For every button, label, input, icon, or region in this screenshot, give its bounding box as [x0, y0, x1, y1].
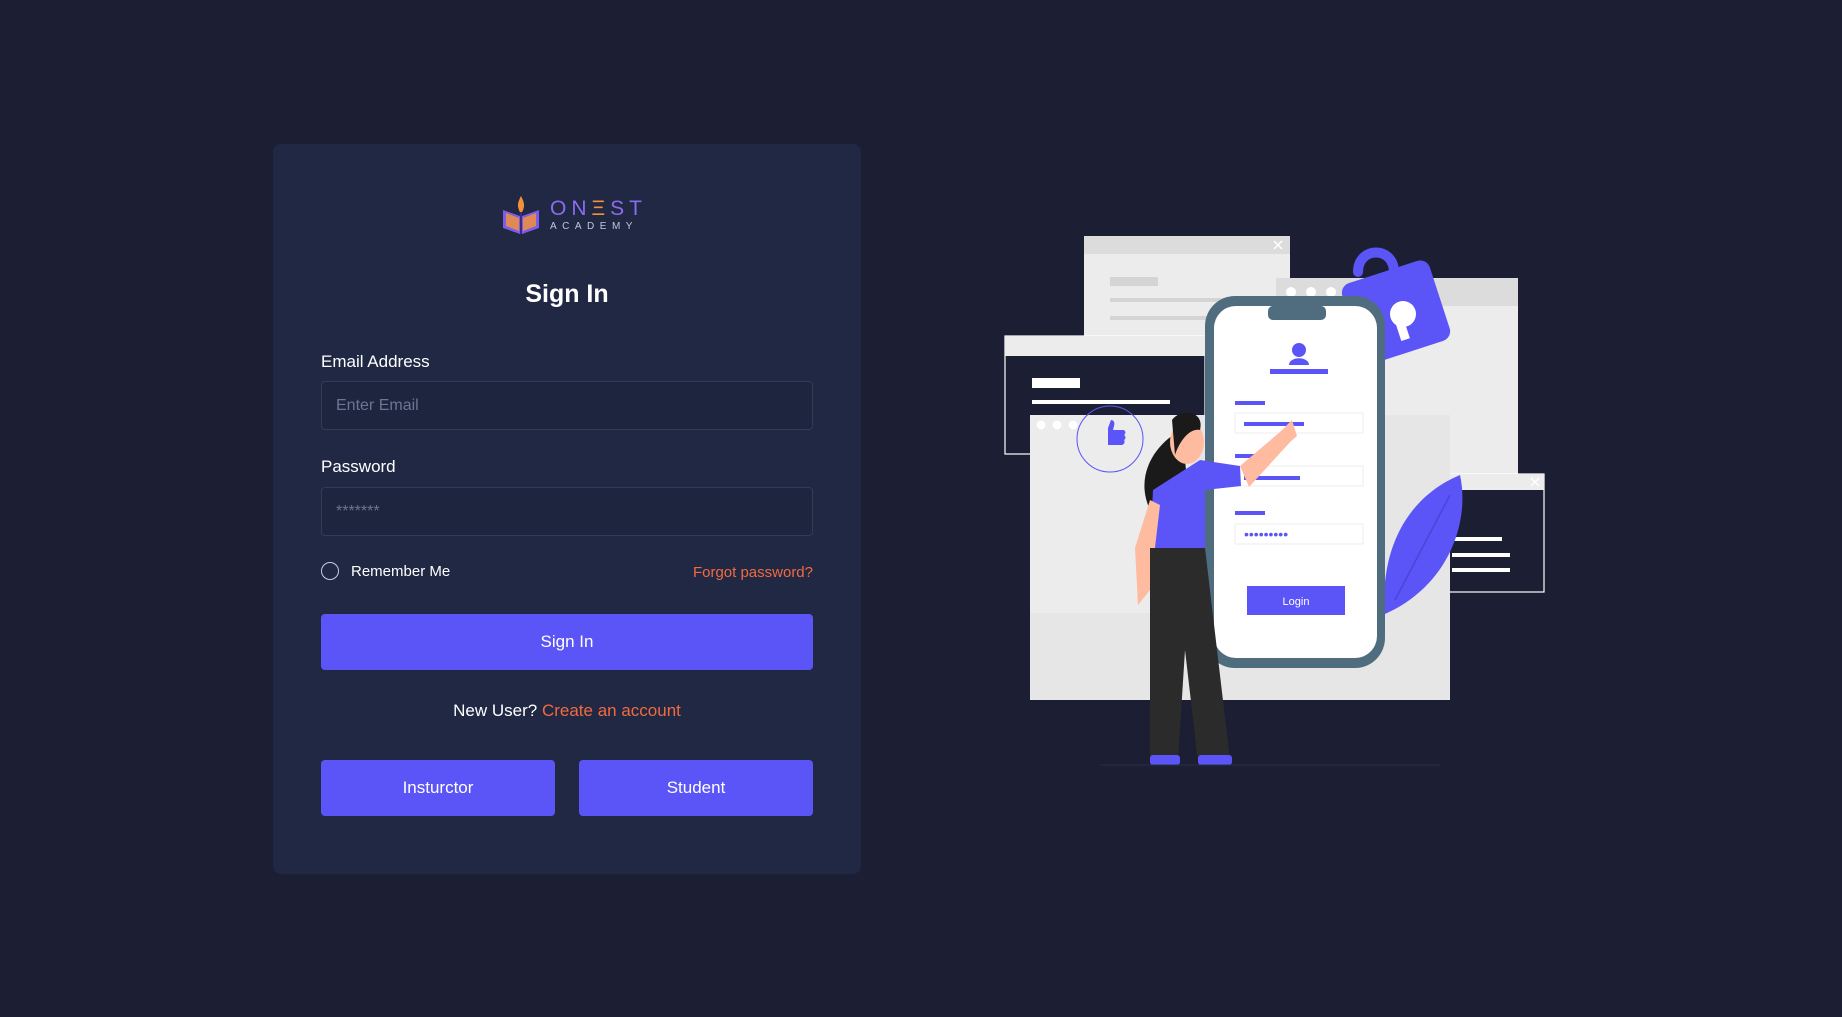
new-user-text: New User?: [453, 701, 538, 720]
onest-academy-logo: ONΞST ACADEMY: [500, 194, 647, 236]
login-page: ONΞST ACADEMY Sign In Email Address Pass…: [0, 0, 1842, 1017]
new-user-prompt: New User? Create an account: [273, 701, 861, 721]
remember-me-checkbox[interactable]: Remember Me: [321, 562, 450, 580]
page-title: Sign In: [525, 280, 609, 308]
svg-text:•••••••••: •••••••••: [1244, 526, 1288, 542]
forgot-password-link[interactable]: Forgot password?: [693, 564, 813, 581]
sign-in-card: ONΞST ACADEMY Sign In Email Address Pass…: [273, 144, 861, 874]
logo-text: ONΞST ACADEMY: [550, 198, 647, 232]
student-button[interactable]: Student: [579, 760, 813, 816]
create-account-link[interactable]: Create an account: [542, 701, 681, 720]
illustration-login-label: Login: [1283, 596, 1310, 608]
radio-circle-icon[interactable]: [321, 562, 339, 580]
user-icon: [1292, 343, 1306, 357]
password-field[interactable]: [321, 487, 813, 536]
login-illustration: ••••••••• Login: [1004, 236, 1545, 766]
sign-in-button[interactable]: Sign In: [321, 614, 813, 670]
remember-me-label: Remember Me: [351, 562, 451, 580]
password-label: Password: [321, 457, 396, 476]
instructor-button[interactable]: Insturctor: [321, 760, 555, 816]
logo-wordmark: ONΞST: [550, 197, 647, 220]
email-field[interactable]: [321, 381, 813, 430]
logo-subtitle: ACADEMY: [550, 221, 638, 232]
book-flame-icon: [503, 196, 539, 234]
email-label: Email Address: [321, 352, 430, 371]
